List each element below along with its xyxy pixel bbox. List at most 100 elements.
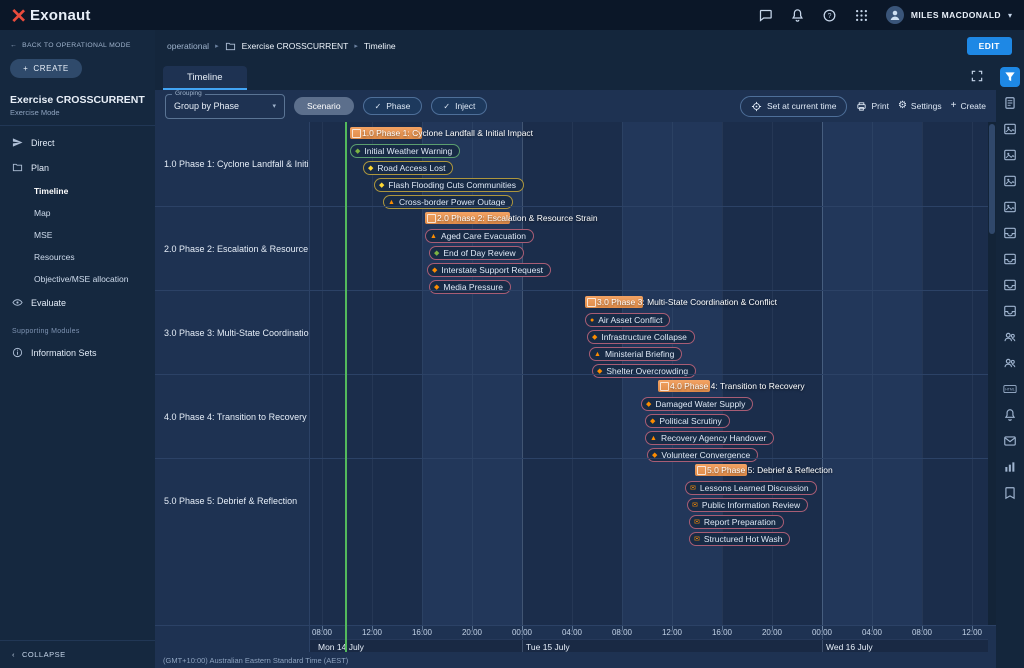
diamond-icon: ◆ [355,148,360,155]
inject-item[interactable]: ◆Damaged Water Supply [641,397,753,411]
help-icon[interactable]: ? [822,8,837,23]
archive-tray-icon[interactable] [1000,223,1020,243]
breadcrumb-exercise[interactable]: Exercise CROSSCURRENT [242,41,349,51]
vertical-scrollbar[interactable] [988,122,996,625]
chat-icon[interactable] [758,8,773,23]
filter-icon[interactable] [1000,67,1020,87]
inject-item[interactable]: ◆Interstate Support Request [427,263,551,277]
scrollbar-thumb[interactable] [989,124,995,234]
sidebar-item-objective-mse-allocation[interactable]: Objective/MSE allocation [0,268,155,290]
roles-group-icon[interactable] [1000,327,1020,347]
inject-item[interactable]: ◆End of Day Review [429,246,524,260]
settings-button[interactable]: ⚙ Settings [898,101,942,111]
sidebar-item-resources[interactable]: Resources [0,246,155,268]
phase-row-label[interactable]: 2.0 Phase 2: Escalation & Resource S... [155,207,310,290]
inject-item[interactable]: ◆ Flash Flooding Cuts Communities [374,178,524,192]
exercise-header: Exercise CROSSCURRENT Exercise Mode [0,88,155,126]
create-button[interactable]: + Create [951,101,986,111]
tab-timeline[interactable]: Timeline [163,66,247,90]
collection-tray-icon[interactable] [1000,301,1020,321]
phase-row-label[interactable]: 3.0 Phase 3: Multi-State Coordination... [155,291,310,374]
sidebar-create-button[interactable]: + CREATE [10,59,82,78]
library-book-icon[interactable] [1000,483,1020,503]
user-menu[interactable]: MILES MACDONALD ▾ [886,6,1012,24]
time-tick-label: 04:00 [862,628,882,637]
inject-item[interactable]: ✉Public Information Review [687,498,808,512]
folder-icon [225,41,236,52]
diamond-icon: ◆ [646,401,651,408]
time-tick-label: 16:00 [712,628,732,637]
alerts-bell-icon[interactable] [1000,405,1020,425]
preview-card-icon[interactable] [1000,119,1020,139]
inject-item[interactable]: ◆Political Scrutiny [645,414,730,428]
inject-label: Flash Flooding Cuts Communities [388,180,516,190]
inject-item[interactable]: ▲Ministerial Briefing [589,347,682,361]
diamond-icon: ◆ [379,182,384,189]
frame-card-icon[interactable] [1000,197,1020,217]
snapshot-card-icon[interactable] [1000,145,1020,165]
sidebar-item-evaluate[interactable]: Evaluate [0,290,155,315]
breadcrumb-timeline[interactable]: Timeline [364,41,396,51]
notifications-bell-icon[interactable] [790,8,805,23]
inject-item[interactable]: ▲Aged Care Evacuation [425,229,534,243]
sidebar-item-information-sets[interactable]: Information Sets [0,340,155,365]
info-icon [12,347,23,358]
media-card-icon[interactable] [1000,171,1020,191]
sidebar-item-plan[interactable]: Plan [0,155,155,180]
inject-item[interactable]: ✉Lessons Learned Discussion [685,481,817,495]
folder-icon [12,162,23,173]
timezone-label: (GMT+10:00) Australian Eastern Standard … [163,656,348,665]
axis-left-spacer [155,626,310,652]
phase-row-label[interactable]: 4.0 Phase 4: Transition to Recovery [155,375,310,458]
breadcrumb: operational ▸ Exercise CROSSCURRENT ▸ Ti… [155,30,1024,62]
inject-label: Public Information Review [702,500,800,510]
scenario-button[interactable]: Scenario [294,97,354,115]
inject-item[interactable]: ●Air Asset Conflict [585,313,670,327]
sidebar-item-direct[interactable]: Direct [0,130,155,155]
crosshair-icon [751,101,762,112]
grouping-value: Group by Phase [174,101,239,111]
edit-button[interactable]: EDIT [967,37,1012,55]
inject-item[interactable]: ◆Road Access Lost [363,161,453,175]
storage-tray-icon[interactable] [1000,275,1020,295]
grouping-select[interactable]: Grouping Group by Phase ▾ [165,94,285,119]
apps-grid-icon[interactable] [854,8,869,23]
day-boundary-line [822,626,823,639]
breadcrumb-operational[interactable]: operational [167,41,209,51]
inject-label: Structured Hot Wash [704,534,783,544]
export-document-icon[interactable] [1000,93,1020,113]
right-toolbar: HTML [996,62,1024,668]
inject-item[interactable]: ✉ Structured Hot Wash [689,532,790,546]
teams-group-icon[interactable] [1000,353,1020,373]
timeline-row: 1.0 Phase 1: Cyclone Landfall & Initia..… [155,122,996,206]
sidebar-item-mse[interactable]: MSE [0,224,155,246]
inbox-tray-icon[interactable] [1000,249,1020,269]
inject-item[interactable]: ◆Infrastructure Collapse [587,330,695,344]
phase-row-label[interactable]: 1.0 Phase 1: Cyclone Landfall & Initia..… [155,122,310,206]
triangle-icon: ▲ [388,199,395,206]
print-button[interactable]: Print [856,101,888,112]
messages-mail-icon[interactable] [1000,431,1020,451]
sidebar-item-map[interactable]: Map [0,202,155,224]
back-to-operational-link[interactable]: ← BACK TO OPERATIONAL MODE [0,30,155,57]
envelope-icon: ✉ [694,536,700,543]
day-label: Mon 14 July [318,642,364,652]
phase-row-label[interactable]: 5.0 Phase 5: Debrief & Reflection [155,459,310,542]
chevron-down-icon: ▾ [1008,11,1012,20]
html-icon[interactable]: HTML [1000,379,1020,399]
time-tick-label: 16:00 [412,628,432,637]
phase-filter-chip[interactable]: Phase [363,97,423,115]
sidebar-item-timeline[interactable]: Timeline [0,180,155,202]
inject-item[interactable]: ▲Recovery Agency Handover [645,431,774,445]
timeline-row: 3.0 Phase 3: Multi-State Coordination...… [155,290,996,374]
time-axis: 08:0012:0016:0020:0000:0004:0008:0012:00… [155,625,996,652]
collapse-sidebar-button[interactable]: ‹ COLLAPSE [0,640,155,668]
inject-item[interactable]: ✉Report Preparation [689,515,784,529]
inject-label: Report Preparation [704,517,776,527]
time-tick-label: 12:00 [962,628,982,637]
set-at-current-time-button[interactable]: Set at current time [740,96,847,117]
inject-item[interactable]: ◆Initial Weather Warning [350,144,460,158]
reports-chart-icon[interactable] [1000,457,1020,477]
inject-filter-chip[interactable]: Inject [431,97,487,115]
fullscreen-icon[interactable] [970,69,984,83]
